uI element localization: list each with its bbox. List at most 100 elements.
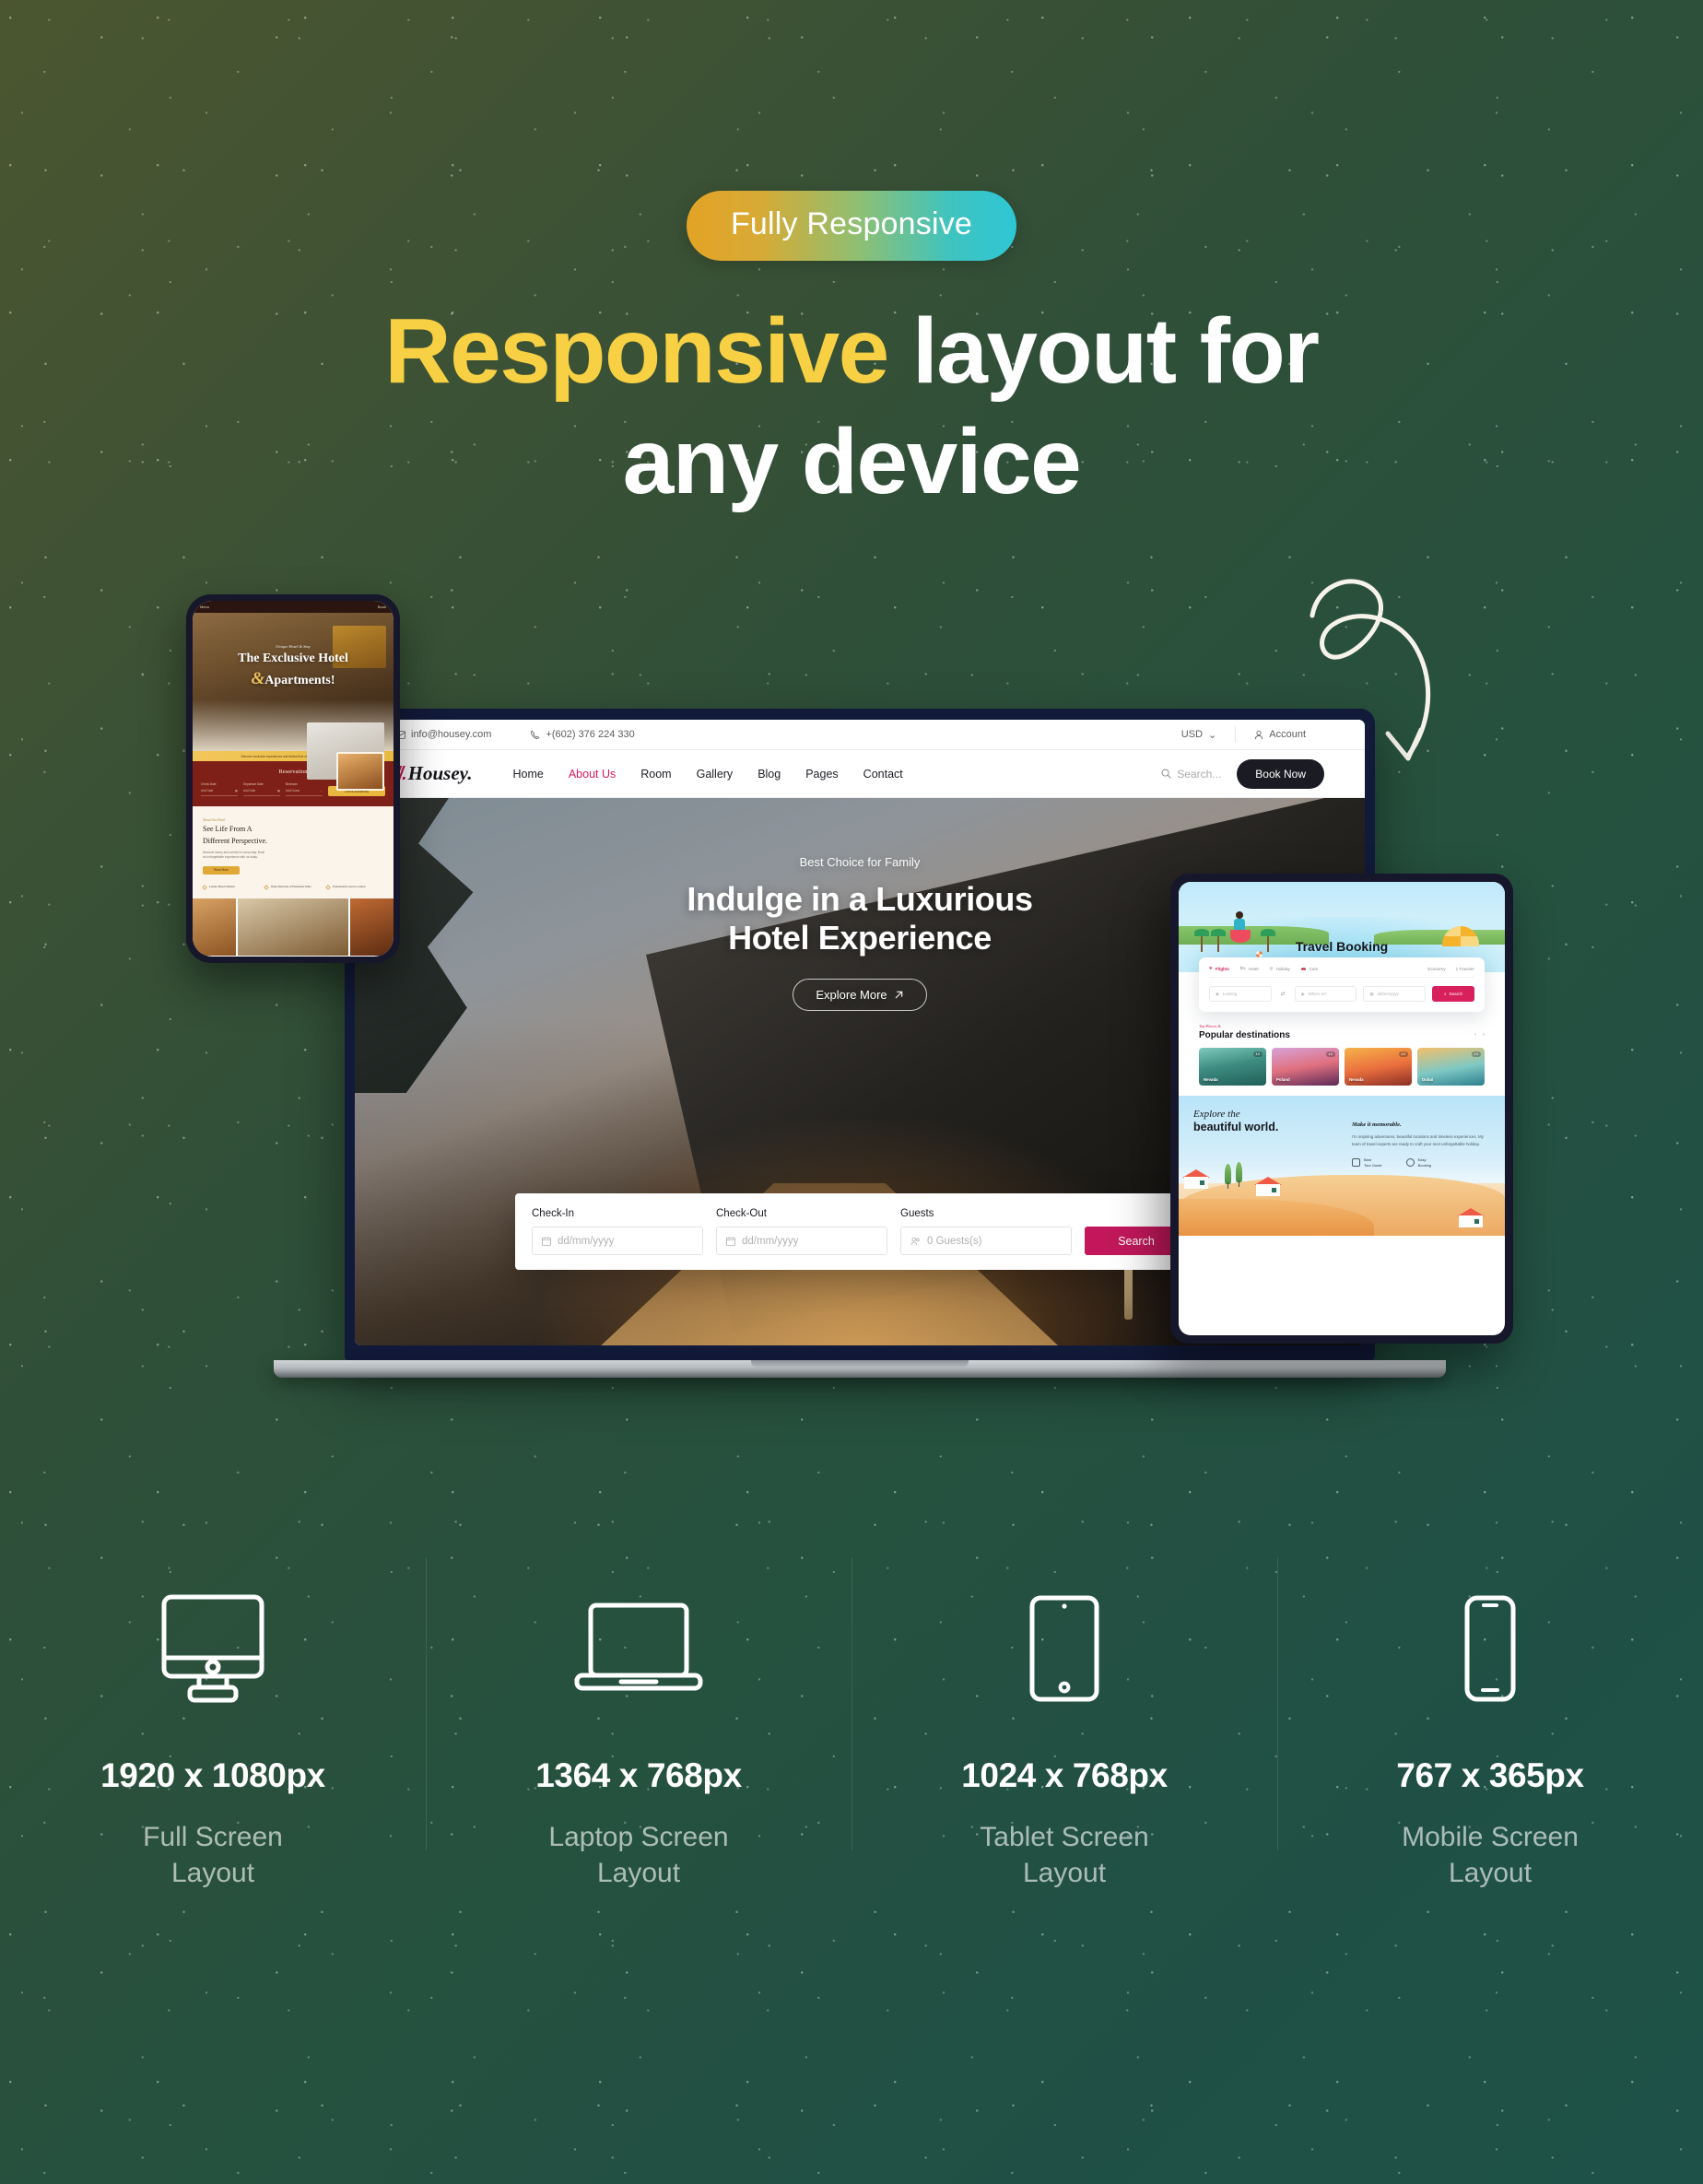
spec-name-label: Full Screen Layout (0, 1819, 426, 1891)
guests-icon (910, 1237, 920, 1245)
mobile-hero-title-2-text: Apartments! (264, 674, 335, 688)
carousel-controls: ‹ › (1474, 1032, 1485, 1038)
tour-guide-icon (1352, 1158, 1360, 1168)
mobile-checkout-label: Departure Date (243, 782, 264, 786)
explore-feature-easy-booking: Easy Booking (1405, 1157, 1431, 1168)
tab-cars[interactable]: 🚗 Cars (1301, 966, 1318, 971)
nav-item-pages[interactable]: Pages (805, 768, 838, 781)
mobile-about-image-2 (336, 752, 384, 791)
mobile-guests-input[interactable]: Add Guest ⌄ (286, 789, 323, 796)
tree-illustration (1225, 1164, 1231, 1189)
destination-card[interactable]: 4.5 Nevada (1345, 1048, 1412, 1086)
badge-container: Fully Responsive (0, 191, 1703, 261)
checkout-input[interactable]: dd/mm/yyyy (716, 1227, 887, 1255)
chevron-right-icon[interactable]: › (1483, 1032, 1485, 1038)
calendar-icon: ▦ (234, 789, 238, 793)
nav-item-about-us[interactable]: About Us (569, 768, 616, 781)
account-link[interactable]: Account (1236, 729, 1324, 740)
mobile-icon (1277, 1579, 1703, 1718)
diamond-bullet-icon (264, 885, 269, 890)
checkin-input[interactable]: dd/mm/yyyy (532, 1227, 703, 1255)
checkout-field: Check-Out dd/mm/yyyy (716, 1208, 887, 1255)
explore-title-2: beautiful world. (1193, 1121, 1279, 1133)
spec-name-line-1: Mobile Screen (1402, 1822, 1579, 1852)
mobile-about-button[interactable]: Read More (203, 865, 240, 875)
mobile-hero-eyebrow: Unique Hotel & Stay (276, 644, 311, 649)
explore-world-section: Explore the beautiful world. Make it mem… (1179, 1096, 1505, 1236)
nav-item-blog[interactable]: Blog (758, 768, 781, 781)
tablet-page-title: Travel Booking (1295, 939, 1389, 954)
guests-input[interactable]: 0 Guests(s) (900, 1227, 1072, 1255)
account-label: Account (1269, 729, 1306, 740)
diamond-bullet-icon (325, 885, 331, 890)
site-search[interactable]: Search... (1161, 768, 1221, 781)
destination-card[interactable]: 4.6 Nevada (1199, 1048, 1266, 1086)
destination-placeholder: Where to? (1308, 992, 1327, 996)
mobile-checkout-input[interactable]: Add Date ▦ (243, 789, 280, 796)
mobile-feature-text: Luxury Hotel Oriental (209, 884, 235, 888)
housey-logo[interactable]: //. Housey. (395, 762, 472, 785)
swap-icon[interactable]: ⇄ (1278, 991, 1288, 997)
currency-selector[interactable]: USD ⌄ (1163, 729, 1235, 741)
mobile-checkin-value: Add Date (201, 789, 214, 793)
mobile-hero-text: Unique Hotel & Stay The Exclusive Hotel … (193, 644, 393, 689)
destination-input[interactable]: ◉ Where to? (1294, 986, 1357, 1002)
mobile-guests-value: Add Guest (286, 789, 300, 793)
spec-name-label: Mobile Screen Layout (1277, 1819, 1703, 1891)
clock-icon (1405, 1158, 1415, 1168)
explore-more-label: Explore More (816, 987, 887, 1002)
hotel-site-topbar: info@housey.com +(602) 376 224 330 USD ⌄ (355, 720, 1365, 750)
mobile-mockup: Menu Book Unique Hotel & Stay The Exclus… (186, 594, 400, 963)
tab-holiday-label: Holiday (1275, 966, 1290, 971)
mobile-nav-left[interactable]: Menu (200, 605, 209, 609)
topbar-right-group: USD ⌄ Account (1163, 726, 1324, 743)
mobile-feature-item: Luxury Hotel Oriental (202, 884, 260, 890)
bed-icon: 🛏 (1239, 966, 1246, 970)
traveler-count-selector[interactable]: 1 Traveler (1456, 967, 1474, 971)
user-icon (1255, 730, 1263, 739)
origin-input[interactable]: ◉ Leaving (1209, 986, 1272, 1002)
travel-search-button[interactable]: ⌕ Search (1432, 986, 1475, 1002)
device-mockups-stage: info@housey.com +(602) 376 224 330 USD ⌄ (0, 594, 1703, 1456)
gallery-image (350, 898, 393, 956)
explore-features: Best Tour Guide Easy Booking (1352, 1157, 1492, 1168)
screen-size-specs: 1920 x 1080px Full Screen Layout 1364 x … (0, 1557, 1703, 1891)
mobile-nav-right[interactable]: Book (378, 605, 386, 609)
nav-item-room[interactable]: Room (640, 768, 671, 781)
mobile-feature-item: Promotional Latest Location (325, 885, 383, 890)
chevron-left-icon[interactable]: ‹ (1474, 1032, 1476, 1038)
mobile-checkin-input[interactable]: Add Date ▦ (201, 789, 238, 796)
book-now-button[interactable]: Book Now (1237, 758, 1324, 789)
destination-card[interactable]: 4.9 Dubai (1417, 1048, 1485, 1086)
travel-date-placeholder: dd/mm/yyyy (1377, 992, 1399, 996)
travel-date-input[interactable]: ▦ dd/mm/yyyy (1363, 986, 1427, 1002)
destination-name: Poland (1276, 1077, 1290, 1082)
laptop-base (274, 1360, 1446, 1378)
explore-feature-tour-guide: Best Tour Guide (1352, 1157, 1382, 1168)
tablet-icon (852, 1579, 1277, 1718)
currency-label: USD (1180, 729, 1204, 740)
tab-hotel-label: Hotel (1248, 966, 1259, 971)
nav-item-gallery[interactable]: Gallery (697, 768, 734, 781)
topbar-email-text: info@housey.com (411, 729, 492, 740)
nav-item-home[interactable]: Home (512, 768, 543, 781)
topbar-email[interactable]: info@housey.com (395, 729, 491, 740)
topbar-phone[interactable]: +(602) 376 224 330 (530, 729, 635, 740)
nav-item-contact[interactable]: Contact (863, 768, 903, 781)
cabin-class-selector[interactable]: Economy (1427, 967, 1445, 971)
diamond-bullet-icon (202, 885, 207, 890)
rating-badge: 4.8 (1325, 1051, 1335, 1057)
mobile-guests-field: Bedroom Add Guest ⌄ (286, 782, 323, 796)
destination-card[interactable]: 4.8 Poland (1272, 1048, 1339, 1086)
tab-flights[interactable]: ✈ Flights (1209, 966, 1229, 971)
tablet-screen: Travel Booking ✈ Flights 🛏 Hotel ◎ Holid… (1179, 882, 1505, 1335)
travel-search-row: ◉ Leaving ⇄ ◉ Where to? ▦ dd/mm/yyyy ⌕ S… (1209, 986, 1475, 1002)
poster-canvas: Fully Responsive Responsive layout for a… (0, 0, 1703, 2184)
hero-eyebrow: Best Choice for Family (799, 855, 921, 869)
explore-more-button[interactable]: Explore More (793, 978, 927, 1011)
tab-hotel[interactable]: 🛏 Hotel (1240, 966, 1259, 971)
guests-placeholder: 0 Guests(s) (927, 1235, 982, 1247)
tab-holiday[interactable]: ◎ Holiday (1270, 966, 1290, 971)
mobile-checkout-value: Add Date (243, 789, 256, 793)
checkout-label: Check-Out (716, 1208, 767, 1219)
